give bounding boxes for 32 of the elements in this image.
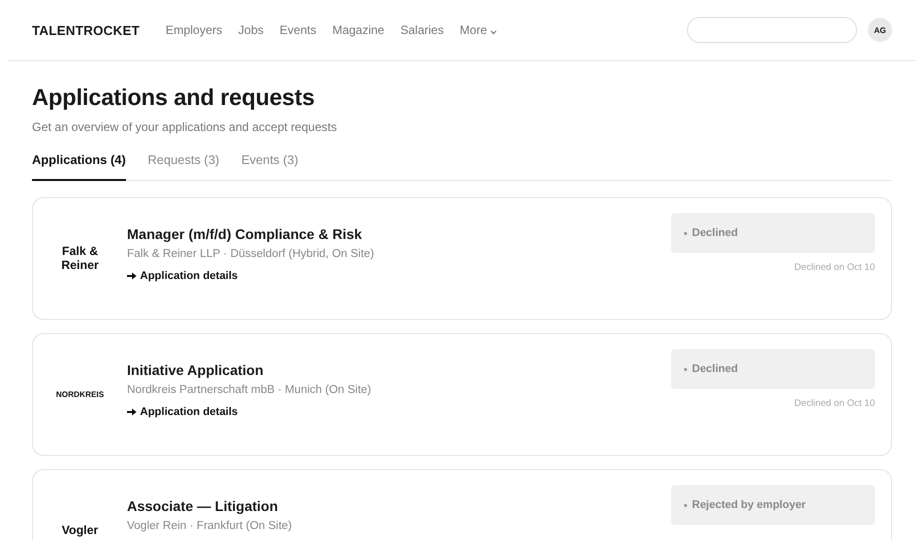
tab[interactable]: Events (3) bbox=[241, 145, 298, 181]
company-location: Nordkreis Partnerschaft mbB · Munich (On Site) bbox=[127, 384, 372, 396]
status-badge: Rejected by employer bbox=[671, 485, 875, 525]
nav-link[interactable]: Employers bbox=[166, 23, 222, 37]
job-title: Initiative Application bbox=[127, 362, 264, 378]
company-location: Falk & Reiner LLP · Düsseldorf (Hybrid, On Site) bbox=[127, 248, 376, 260]
site-logo[interactable]: TALENTROCKET bbox=[32, 22, 140, 38]
tab[interactable]: Requests (3) bbox=[148, 145, 220, 181]
company-logo: Falk & Reiner bbox=[60, 244, 100, 272]
nav-link[interactable]: Magazine bbox=[332, 23, 384, 37]
company-location: Vogler Rein · Frankfurt (On Site) bbox=[127, 520, 293, 532]
job-title: Associate — Litigation bbox=[127, 498, 279, 514]
status-badge: Declined bbox=[671, 349, 875, 389]
tab[interactable]: Applications (4) bbox=[32, 145, 126, 181]
application-details-link[interactable]: Application details bbox=[127, 406, 238, 418]
nav-link[interactable]: Events bbox=[280, 23, 316, 37]
user-avatar[interactable]: AG bbox=[868, 18, 892, 42]
status-badge: Declined bbox=[671, 213, 875, 253]
status-date: Declined on Oct 10 bbox=[794, 262, 875, 273]
application-details-link[interactable]: Application details bbox=[127, 270, 238, 282]
arrow-right-icon bbox=[127, 408, 137, 416]
nav-link[interactable]: Jobs bbox=[238, 23, 264, 37]
page-subtitle: Get an overview of your applications and accept requests bbox=[32, 120, 338, 134]
arrow-right-icon bbox=[127, 272, 137, 280]
company-logo: NORDKREIS bbox=[54, 390, 105, 400]
nav-link[interactable]: Salaries bbox=[400, 23, 444, 37]
nav-link[interactable]: More bbox=[460, 23, 498, 37]
search-field[interactable] bbox=[687, 17, 857, 43]
job-title: Manager (m/f/d) Compliance & Risk bbox=[127, 226, 363, 242]
page-title: Applications and requests bbox=[32, 84, 316, 111]
status-date: Declined on Oct 10 bbox=[794, 398, 875, 409]
company-logo: Vogler bbox=[60, 524, 100, 538]
